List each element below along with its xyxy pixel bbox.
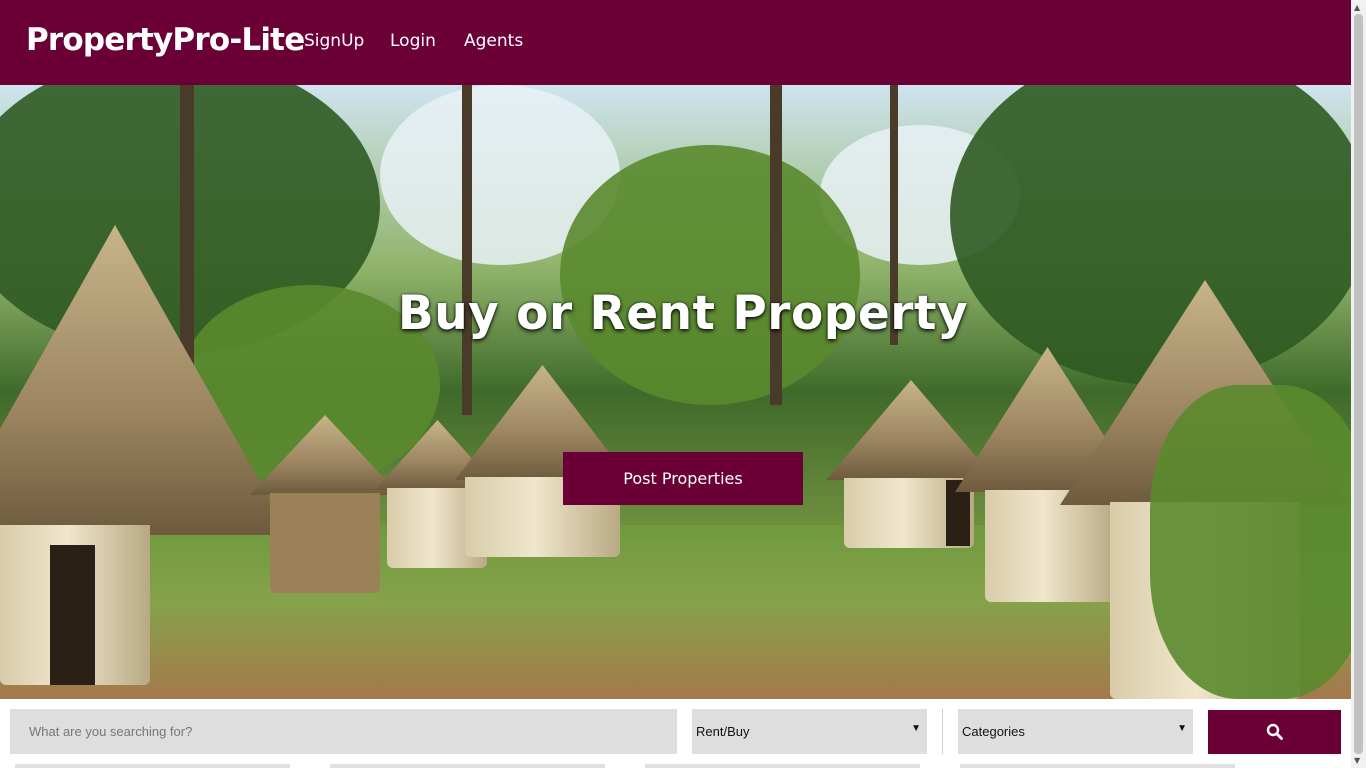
scrollbar-thumb[interactable] [1354, 14, 1363, 754]
property-card[interactable] [960, 764, 1235, 768]
nav-login-link[interactable]: Login [390, 31, 436, 51]
hero-title: Buy or Rent Property [397, 286, 969, 341]
top-navbar: PropertyPro-Lite SignUp Login Agents [0, 0, 1351, 85]
categories-selected-value: Categories [962, 724, 1025, 739]
categories-select[interactable]: Categories ▼ [958, 709, 1193, 754]
scroll-up-arrow-icon[interactable]: ▲ [1354, 3, 1360, 12]
nav-agents-link[interactable]: Agents [464, 31, 523, 51]
search-icon [1266, 723, 1283, 740]
rent-buy-selected-value: Rent/Buy [696, 724, 750, 739]
property-card[interactable] [645, 764, 920, 768]
dropdown-caret-icon: ▼ [1177, 723, 1187, 734]
site-logo[interactable]: PropertyPro-Lite [26, 22, 305, 58]
nav-signup-link[interactable]: SignUp [304, 31, 364, 51]
scroll-down-arrow-icon[interactable]: ▼ [1354, 756, 1360, 765]
hero-banner: Buy or Rent Property Post Properties [0, 85, 1351, 699]
post-properties-button[interactable]: Post Properties [563, 452, 803, 505]
search-input[interactable] [10, 709, 677, 754]
property-card[interactable] [15, 764, 290, 768]
property-card[interactable] [330, 764, 605, 768]
dropdown-caret-icon: ▼ [911, 723, 921, 734]
divider [942, 709, 943, 754]
search-button[interactable] [1208, 710, 1341, 754]
vertical-scrollbar[interactable]: ▲ ▼ [1351, 0, 1366, 768]
rent-buy-select[interactable]: Rent/Buy ▼ [692, 709, 927, 754]
